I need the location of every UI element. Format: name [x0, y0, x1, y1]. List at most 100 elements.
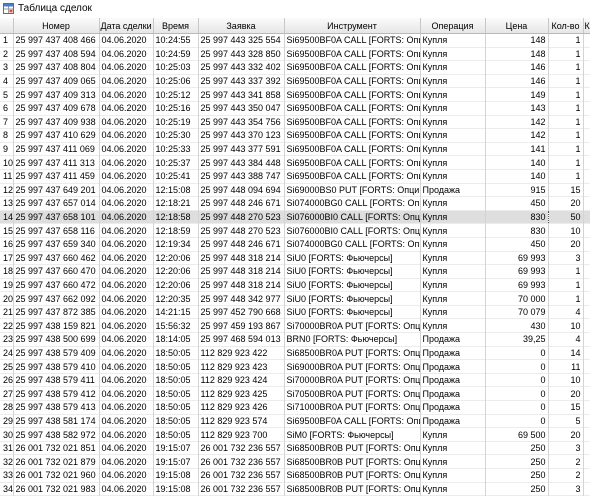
cell-price: 70 079: [485, 305, 549, 319]
cell-quantity: 20: [548, 427, 584, 442]
cell-quantity: 1: [548, 60, 584, 75]
table-row[interactable]: 33 26 001 732 021 960 04.06.2020 19:15:08 26…: [0, 468, 590, 483]
cell-date: 04.06.2020: [99, 264, 154, 279]
table-row[interactable]: 16 25 997 437 659 340 04.06.2020 12:19:34 25…: [0, 237, 590, 251]
table-row[interactable]: 19 25 997 437 660 472 04.06.2020 12:20:06 25…: [0, 278, 590, 292]
table-row[interactable]: 17 25 997 437 660 462 04.06.2020 12:20:06 25…: [0, 251, 590, 265]
table-row[interactable]: 23 25 997 438 500 699 04.06.2020 18:14:05 25…: [0, 332, 590, 347]
cell-commission: [583, 47, 590, 61]
cell-date: 04.06.2020: [99, 482, 154, 496]
table-row[interactable]: 11 25 997 437 411 459 04.06.2020 10:25:41 25…: [0, 169, 590, 184]
cell-number: 26 001 732 021 960: [13, 468, 100, 483]
table-row[interactable]: 12 25 997 437 649 201 04.06.2020 12:15:08 25…: [0, 183, 590, 197]
cell-price: 149: [485, 87, 549, 102]
cell-index: 9: [0, 142, 14, 156]
cell-time: 18:50:05: [153, 373, 199, 387]
table-row[interactable]: 34 26 001 732 021 983 04.06.2020 19:15:08 26…: [0, 482, 590, 496]
table-row[interactable]: 22 25 997 438 159 821 04.06.2020 15:56:32 25…: [0, 318, 590, 333]
cell-time: 12:18:59: [153, 223, 199, 238]
table-row[interactable]: 25 25 997 438 579 410 04.06.2020 18:50:05 11…: [0, 359, 590, 374]
cell-commission: [583, 400, 590, 415]
cell-index: 20: [0, 291, 14, 306]
table-row[interactable]: 1 25 997 437 408 466 04.06.2020 10:24:55 25 …: [0, 33, 590, 48]
cell-price: 830: [485, 223, 549, 238]
cell-time: 10:25:06: [153, 74, 199, 88]
table-row[interactable]: 2 25 997 437 408 594 04.06.2020 10:24:59 25 …: [0, 47, 590, 61]
cell-time: 12:18:58: [153, 210, 199, 224]
cell-number: 25 997 437 660 462: [13, 251, 100, 265]
cell-order: 25 997 443 354 756: [198, 115, 285, 129]
cell-operation: Купля: [420, 427, 486, 442]
cell-commission: [583, 441, 590, 455]
table-row[interactable]: 32 26 001 732 021 879 04.06.2020 19:15:07 26…: [0, 454, 590, 469]
cell-operation: Продажа: [420, 414, 486, 428]
column-header-price[interactable]: Цена: [485, 18, 549, 34]
table-row[interactable]: 6 25 997 437 409 678 04.06.2020 10:25:16 25 …: [0, 101, 590, 116]
table-row[interactable]: 28 25 997 438 579 413 04.06.2020 18:50:05 11…: [0, 400, 590, 415]
cell-date: 04.06.2020: [99, 155, 154, 170]
table-row[interactable]: 18 25 997 437 660 470 04.06.2020 12:20:06 25…: [0, 264, 590, 279]
cell-time: 18:50:05: [153, 346, 199, 360]
cell-time: 15:56:32: [153, 318, 199, 333]
cell-index: 14: [0, 210, 14, 224]
column-header-operation[interactable]: Операция: [420, 18, 486, 34]
cell-quantity: 3: [548, 482, 584, 496]
cell-index: 28: [0, 400, 14, 415]
column-header-quantity[interactable]: Кол-во: [548, 18, 584, 34]
table-row[interactable]: 3 25 997 437 408 804 04.06.2020 10:25:03 25 …: [0, 60, 590, 75]
table-row[interactable]: 15 25 997 437 658 116 04.06.2020 12:18:59 25…: [0, 223, 590, 238]
cell-time: 19:15:07: [153, 441, 199, 455]
cell-index: 17: [0, 251, 14, 265]
table-row[interactable]: 4 25 997 437 409 065 04.06.2020 10:25:06 25 …: [0, 74, 590, 88]
table-row[interactable]: 8 25 997 437 410 629 04.06.2020 10:25:30 25 …: [0, 128, 590, 143]
cell-instrument: Si69500BF0A CALL [FORTS: Опци: [284, 414, 421, 428]
cell-time: 10:25:33: [153, 142, 199, 156]
cell-operation: Продажа: [420, 359, 486, 374]
table-row[interactable]: 29 25 997 438 581 174 04.06.2020 18:50:05 11…: [0, 414, 590, 428]
cell-time: 10:25:37: [153, 155, 199, 170]
cell-instrument: Si69500BF0A CALL [FORTS: Опци: [284, 155, 421, 170]
cell-price: 69 500: [485, 427, 549, 442]
cell-quantity: 3: [548, 441, 584, 455]
cell-operation: Купля: [420, 101, 486, 116]
cell-order: 112 829 923 426: [198, 400, 285, 415]
cell-index: 11: [0, 169, 14, 184]
table-row[interactable]: 9 25 997 437 411 069 04.06.2020 10:25:33 25 …: [0, 142, 590, 156]
cell-date: 04.06.2020: [99, 237, 154, 251]
cell-instrument: Si69500BF0A CALL [FORTS: Опци: [284, 169, 421, 184]
column-header-date[interactable]: Дата сделки: [99, 18, 154, 34]
table-row[interactable]: 31 26 001 732 021 851 04.06.2020 19:15:07 26…: [0, 441, 590, 455]
cell-order: 25 997 448 246 671: [198, 196, 285, 211]
table-row[interactable]: 27 25 997 438 579 412 04.06.2020 18:50:05 11…: [0, 386, 590, 401]
table-row[interactable]: 21 25 997 437 872 385 04.06.2020 14:21:15 25…: [0, 305, 590, 319]
table-row[interactable]: 20 25 997 437 662 092 04.06.2020 12:20:35 25…: [0, 291, 590, 306]
table-row[interactable]: 13 25 997 437 657 014 04.06.2020 12:18:21 25…: [0, 196, 590, 211]
cell-order: 26 001 732 236 557: [198, 454, 285, 469]
table-row[interactable]: 14 25 997 437 658 101 04.06.2020 12:18:58 25…: [0, 209, 590, 225]
cell-index: 10: [0, 155, 14, 170]
column-header-number[interactable]: Номер: [13, 18, 100, 34]
trades-grid[interactable]: Номер Дата сделки Время Заявка Инструмен…: [0, 18, 590, 497]
table-row[interactable]: 10 25 997 437 411 313 04.06.2020 10:25:37 25…: [0, 155, 590, 170]
cell-instrument: BRN0 [FORTS: Фьючерсы]: [284, 332, 421, 347]
column-header-instrument[interactable]: Инструмент: [284, 18, 421, 34]
cell-number: 25 997 438 581 174: [13, 414, 100, 428]
cell-commission: [583, 101, 590, 116]
column-header-time[interactable]: Время: [153, 18, 199, 34]
cell-commission: [583, 291, 590, 306]
cell-price: 830: [484, 209, 549, 225]
table-row[interactable]: 26 25 997 438 579 411 04.06.2020 18:50:05 11…: [0, 373, 590, 387]
column-header-order[interactable]: Заявка: [198, 18, 285, 34]
column-header-index[interactable]: [0, 18, 14, 34]
table-row[interactable]: 5 25 997 437 409 313 04.06.2020 10:25:12 25 …: [0, 87, 590, 102]
table-row[interactable]: 24 25 997 438 579 409 04.06.2020 18:50:05 11…: [0, 346, 590, 360]
window-titlebar[interactable]: Таблица сделок: [0, 0, 590, 17]
column-header-commission[interactable]: Комм: [583, 18, 590, 34]
table-row[interactable]: 30 25 997 438 582 972 04.06.2020 18:50:05 11…: [0, 427, 590, 442]
cell-index: 26: [0, 373, 14, 387]
table-row[interactable]: 7 25 997 437 409 938 04.06.2020 10:25:19 25 …: [0, 115, 590, 129]
cell-number: 25 997 437 657 014: [13, 196, 100, 211]
cell-commission: [583, 346, 590, 360]
cell-commission: [583, 359, 590, 374]
cell-index: 22: [0, 318, 14, 333]
